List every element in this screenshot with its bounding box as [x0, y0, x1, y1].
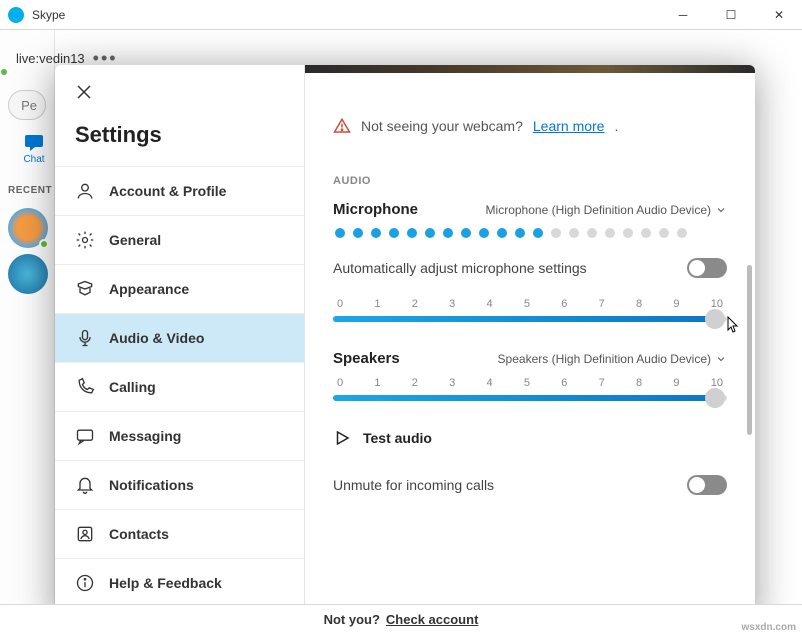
- settings-sidebar: Settings Account & Profile General Appea…: [55, 65, 305, 625]
- chevron-down-icon: [715, 353, 727, 365]
- watermark-label: wsxdn.com: [742, 622, 796, 633]
- microphone-level-meter: [335, 228, 725, 238]
- search-placeholder: Pe: [21, 98, 37, 113]
- auto-adjust-toggle[interactable]: [687, 258, 727, 278]
- sidebar-item-account[interactable]: Account & Profile: [55, 166, 304, 215]
- sidebar-item-general[interactable]: General: [55, 215, 304, 264]
- sidebar-item-contacts[interactable]: Contacts: [55, 509, 304, 558]
- contacts-icon: [75, 524, 95, 544]
- close-window-button[interactable]: ✕: [764, 5, 794, 25]
- not-you-label: Not you?: [324, 612, 380, 627]
- skype-icon: [8, 7, 24, 23]
- speakers-label: Speakers: [333, 350, 400, 367]
- settings-close-button[interactable]: [55, 83, 304, 122]
- settings-panel: Not seeing your webcam? Learn more. AUDI…: [305, 65, 755, 625]
- recent-header: RECENT: [0, 165, 54, 202]
- maximize-button[interactable]: ☐: [716, 5, 746, 25]
- play-icon: [333, 429, 351, 447]
- sidebar-item-appearance[interactable]: Appearance: [55, 264, 304, 313]
- sidebar-item-messaging[interactable]: Messaging: [55, 411, 304, 460]
- speakers-device-selector[interactable]: Speakers (High Definition Audio Device): [498, 352, 727, 366]
- gear-icon: [75, 230, 95, 250]
- learn-more-link[interactable]: Learn more: [533, 118, 605, 134]
- microphone-device-selector[interactable]: Microphone (High Definition Audio Device…: [486, 203, 727, 217]
- sidebar-item-notifications[interactable]: Notifications: [55, 460, 304, 509]
- scrollbar[interactable]: [747, 265, 752, 435]
- unmute-toggle[interactable]: [687, 475, 727, 495]
- settings-title: Settings: [55, 122, 304, 166]
- palette-icon: [75, 279, 95, 299]
- nav-chats[interactable]: Chat: [14, 130, 54, 165]
- app-title: Skype: [32, 8, 668, 22]
- check-account-link[interactable]: Check account: [386, 612, 478, 627]
- settings-modal: Settings Account & Profile General Appea…: [55, 65, 755, 625]
- bell-icon: [75, 475, 95, 495]
- sidebar-item-help[interactable]: Help & Feedback: [55, 558, 304, 608]
- warning-icon: [333, 117, 351, 135]
- webcam-warning-row: Not seeing your webcam? Learn more.: [333, 117, 727, 135]
- window-titlebar: Skype ─ ☐ ✕: [0, 0, 802, 30]
- chat-icon: [22, 130, 46, 154]
- phone-icon: [75, 377, 95, 397]
- search-input[interactable]: Pe: [8, 90, 46, 120]
- sidebar-item-calling[interactable]: Calling: [55, 362, 304, 411]
- close-icon: [75, 83, 93, 101]
- auto-adjust-label: Automatically adjust microphone settings: [333, 260, 587, 276]
- message-icon: [75, 426, 95, 446]
- microphone-volume-slider[interactable]: 012345678910: [333, 298, 727, 322]
- recent-contact[interactable]: [8, 208, 48, 248]
- test-audio-button[interactable]: Test audio: [333, 429, 727, 447]
- webcam-preview: [305, 65, 755, 73]
- audio-section-header: AUDIO: [333, 175, 727, 187]
- microphone-label: Microphone: [333, 201, 418, 218]
- user-icon: [75, 181, 95, 201]
- chevron-down-icon: [715, 204, 727, 216]
- minimize-button[interactable]: ─: [668, 5, 698, 25]
- unmute-label: Unmute for incoming calls: [333, 477, 494, 493]
- info-icon: [75, 573, 95, 593]
- username-label: live:vedin13: [16, 51, 85, 66]
- footer-bar: Not you? Check account wsxdn.com: [0, 604, 802, 634]
- speakers-volume-slider[interactable]: 012345678910: [333, 377, 727, 401]
- main-sidebar: live:vedin13 ••• Pe Chat RECENT: [0, 30, 55, 634]
- sidebar-item-audio-video[interactable]: Audio & Video: [55, 313, 304, 362]
- recent-contact[interactable]: [8, 254, 48, 294]
- microphone-icon: [75, 328, 95, 348]
